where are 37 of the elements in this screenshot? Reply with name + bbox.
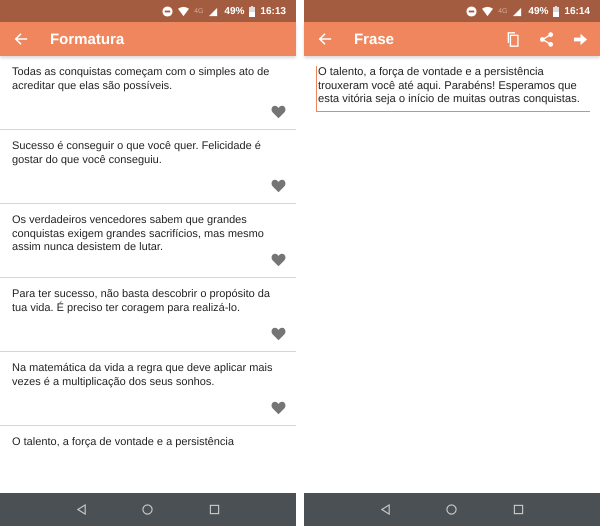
- back-triangle-icon[interactable]: [76, 504, 87, 515]
- share-icon[interactable]: [539, 32, 554, 46]
- do-not-disturb-icon: [466, 6, 478, 16]
- back-arrow-icon[interactable]: [14, 32, 28, 46]
- signal-icon: [512, 6, 524, 16]
- battery-icon: [249, 6, 256, 16]
- quote-text[interactable]: Sucesso é conseguir o que você quer. Felicidade é gostar do que você conseguiu.: [12, 140, 284, 167]
- battery-percent: 49%: [528, 6, 548, 16]
- status-time: 16:14: [564, 6, 590, 16]
- copy-icon[interactable]: [505, 32, 520, 46]
- wifi-icon: [482, 6, 494, 16]
- app-bar-title: Frase: [354, 30, 394, 48]
- quote-text[interactable]: Os verdadeiros vencedores sabem que grandes conquistas exigem grandes sacrifícios, mas mesmo assim nunca desistem de lutar.: [12, 214, 284, 254]
- quote-text[interactable]: Todas as conquistas começam com o simples ato de acreditar que elas são possíveis.: [12, 66, 284, 93]
- battery-icon: [553, 6, 560, 16]
- recents-square-icon[interactable]: [209, 504, 220, 515]
- wifi-icon: [178, 6, 190, 16]
- home-circle-icon[interactable]: [142, 504, 154, 515]
- quote-text[interactable]: Para ter sucesso, não basta descobrir o propósito da tua vida. É preciso ter coragem para realizá-lo.: [12, 288, 284, 315]
- quote-text[interactable]: Na matemática da vida a regra que deve aplicar mais vezes é a multiplicação dos seus sonhos.: [12, 362, 284, 389]
- quote-text-field[interactable]: O talento, a força de vontade e a persistência trouxeram você até aqui. Parabéns! Esperamos que esta vitória seja o início de muitas outras conquistas.: [316, 66, 590, 112]
- do-not-disturb-icon: [162, 6, 174, 16]
- forward-arrow-icon[interactable]: [573, 32, 588, 46]
- battery-percent: 49%: [224, 6, 244, 16]
- recents-square-icon[interactable]: [513, 504, 524, 515]
- heart-icon[interactable]: [271, 179, 286, 193]
- heart-icon[interactable]: [271, 401, 286, 415]
- back-arrow-icon[interactable]: [318, 32, 332, 46]
- heart-icon[interactable]: [271, 253, 286, 267]
- app-bar-title: Formatura: [50, 30, 124, 48]
- back-triangle-icon[interactable]: [380, 504, 391, 515]
- signal-icon: [208, 6, 220, 16]
- home-circle-icon[interactable]: [446, 504, 458, 515]
- heart-icon[interactable]: [271, 327, 286, 341]
- heart-icon[interactable]: [271, 105, 286, 119]
- status-time: 16:13: [260, 6, 286, 16]
- quote-text[interactable]: O talento, a força de vontade e a persistência: [12, 436, 284, 450]
